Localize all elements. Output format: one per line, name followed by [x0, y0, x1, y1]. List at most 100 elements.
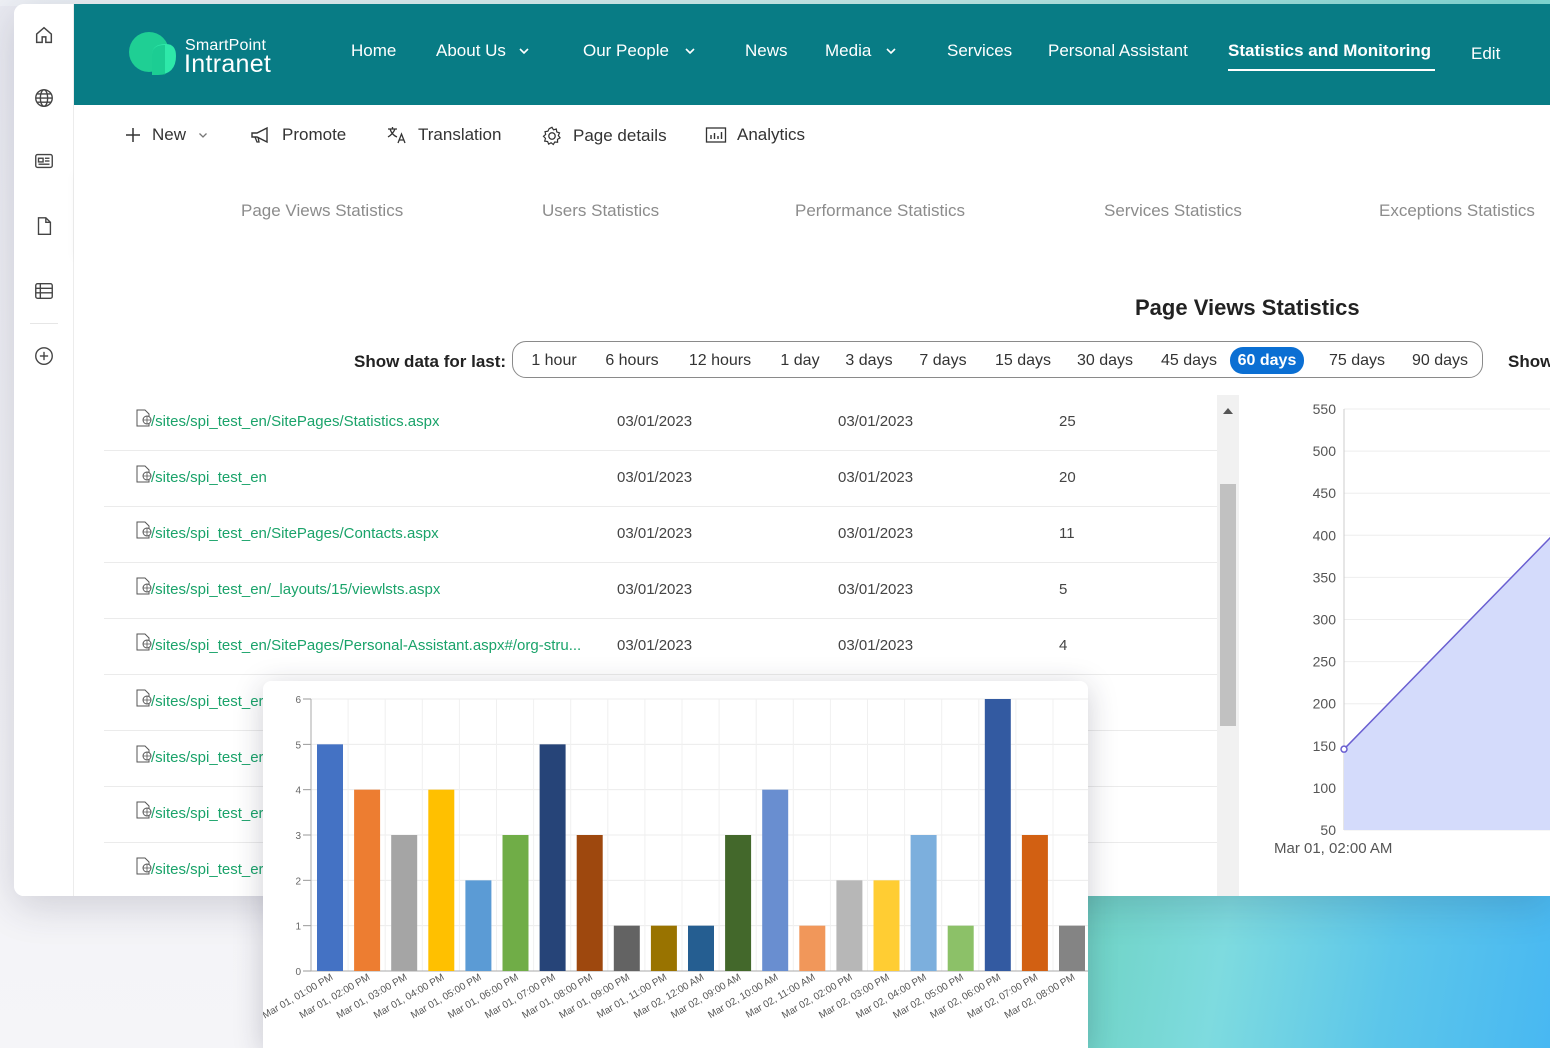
tab-services-statistics[interactable]: Services Statistics [1104, 201, 1242, 221]
page-url-link[interactable]: /sites/spi_test_er [151, 861, 264, 878]
bar[interactable] [725, 835, 752, 971]
page-url-link[interactable]: /sites/spi_test_en/_layouts/15/viewlsts.… [151, 581, 440, 598]
bar[interactable] [947, 925, 974, 971]
x-tick-label: Mar 01, 02:00 AM [1274, 840, 1392, 857]
hourly-bar-chart: 0123456Mar 01, 01:00 PMMar 01, 02:00 PMM… [263, 695, 1088, 1021]
bar[interactable] [613, 925, 640, 971]
add-circle-icon[interactable] [29, 341, 59, 371]
bar[interactable] [465, 880, 492, 971]
bar[interactable] [799, 925, 826, 971]
page-url-link[interactable]: /sites/spi_test_er [151, 693, 264, 710]
bar[interactable] [873, 880, 900, 971]
rail-separator [30, 323, 58, 324]
page-url-link[interactable]: /sites/spi_test_er [151, 805, 264, 822]
page-file-icon [136, 465, 152, 483]
megaphone-icon [251, 126, 268, 144]
nav-about-us-label: About Us [436, 41, 506, 60]
range-option-60-days[interactable]: 60 days [1230, 347, 1304, 374]
document-icon[interactable] [29, 211, 59, 241]
range-option-3-days[interactable]: 3 days [838, 347, 900, 374]
nav-media[interactable]: Media [825, 41, 897, 61]
smartpoint-logo-icon[interactable] [128, 28, 178, 80]
nav-personal-assistant[interactable]: Personal Assistant [1048, 41, 1188, 61]
site-header: SmartPoint Intranet Home About Us Our Pe… [74, 4, 1550, 105]
bar[interactable] [910, 835, 937, 971]
nav-edit[interactable]: Edit [1471, 44, 1500, 64]
range-option-1-hour[interactable]: 1 hour [523, 347, 585, 374]
y-tick-label: 6 [295, 695, 301, 706]
page-url-link[interactable]: /sites/spi_test_en/SitePages/Contacts.as… [151, 525, 439, 542]
range-option-1-day[interactable]: 1 day [772, 347, 828, 374]
bar[interactable] [762, 789, 789, 971]
bar[interactable] [1021, 835, 1048, 971]
bar[interactable] [428, 789, 455, 971]
home-icon[interactable] [29, 20, 59, 50]
promote-button[interactable]: Promote [250, 125, 346, 145]
analytics-icon [705, 127, 727, 143]
bar[interactable] [502, 835, 529, 971]
scrollbar-thumb[interactable] [1220, 484, 1236, 726]
chevron-down-icon [519, 48, 529, 55]
y-tick-label: 400 [1313, 527, 1337, 543]
plus-icon [126, 128, 140, 142]
first-visit-date: 03/01/2023 [617, 525, 693, 542]
range-option-6-hours[interactable]: 6 hours [596, 347, 668, 374]
nav-about-us[interactable]: About Us [436, 41, 530, 61]
nav-services[interactable]: Services [947, 41, 1012, 61]
bar[interactable] [688, 925, 714, 971]
range-option-7-days[interactable]: 7 days [912, 347, 974, 374]
y-tick-label: 4 [295, 786, 301, 797]
list-icon[interactable] [29, 276, 59, 306]
page-url-link[interactable]: /sites/spi_test_en/SitePages/Statistics.… [151, 413, 439, 430]
bar[interactable] [391, 835, 418, 971]
show-label: Show [1508, 352, 1550, 371]
logo-text-bottom: Intranet [184, 50, 272, 78]
table-row: /sites/spi_test_en/SitePages/Contacts.as… [104, 507, 1217, 563]
range-option-45-days[interactable]: 45 days [1153, 347, 1225, 374]
range-option-12-hours[interactable]: 12 hours [679, 347, 761, 374]
new-button[interactable]: New [124, 125, 218, 145]
nav-our-people[interactable]: Our People [583, 41, 696, 61]
page-file-icon [136, 409, 152, 427]
page-details-button[interactable]: Page details [541, 125, 667, 147]
bar[interactable] [576, 835, 603, 971]
page-views-title: Page Views Statistics [1135, 295, 1360, 320]
nav-statistics-and-monitoring[interactable]: Statistics and Monitoring [1228, 41, 1431, 61]
page-url-link[interactable]: /sites/spi_test_en/SitePages/Personal-As… [151, 637, 581, 654]
page-url-link[interactable]: /sites/spi_test_er [151, 749, 264, 766]
chevron-down-icon [886, 48, 896, 55]
bar[interactable] [650, 925, 677, 971]
range-option-15-days[interactable]: 15 days [987, 347, 1059, 374]
analytics-button-label: Analytics [737, 125, 806, 144]
scroll-up-arrow-icon[interactable] [1223, 408, 1233, 414]
last-visit-date: 03/01/2023 [838, 413, 914, 430]
range-option-30-days[interactable]: 30 days [1069, 347, 1141, 374]
page-url-link[interactable]: /sites/spi_test_en [151, 469, 267, 486]
y-tick-label: 3 [295, 831, 301, 842]
time-range-selector: 1 hour 6 hours 12 hours 1 day 3 days 7 days 15… [512, 341, 1483, 378]
y-tick-label: 50 [1320, 822, 1336, 838]
y-tick-label: 150 [1313, 738, 1337, 754]
analytics-button[interactable]: Analytics [705, 125, 805, 145]
globe-icon[interactable] [29, 83, 59, 113]
bar[interactable] [836, 880, 863, 971]
nav-home[interactable]: Home [351, 41, 396, 61]
tab-page-views-statistics[interactable]: Page Views Statistics [241, 201, 403, 221]
bar[interactable] [984, 699, 1011, 971]
table-scrollbar[interactable] [1217, 395, 1239, 896]
tab-performance-statistics[interactable]: Performance Statistics [795, 201, 965, 221]
bar[interactable] [317, 744, 343, 971]
bar[interactable] [539, 744, 566, 971]
bar[interactable] [354, 789, 381, 971]
bar[interactable] [1059, 925, 1085, 971]
chevron-down-icon [199, 133, 207, 138]
range-option-90-days[interactable]: 90 days [1404, 347, 1476, 374]
view-count: 20 [1059, 469, 1076, 486]
tab-exceptions-statistics[interactable]: Exceptions Statistics [1379, 201, 1535, 221]
range-option-75-days[interactable]: 75 days [1321, 347, 1393, 374]
nav-news[interactable]: News [745, 41, 788, 61]
tab-users-statistics[interactable]: Users Statistics [542, 201, 659, 221]
data-point[interactable] [1340, 745, 1348, 753]
news-icon[interactable] [29, 146, 59, 176]
translation-button[interactable]: Translation [386, 125, 501, 145]
